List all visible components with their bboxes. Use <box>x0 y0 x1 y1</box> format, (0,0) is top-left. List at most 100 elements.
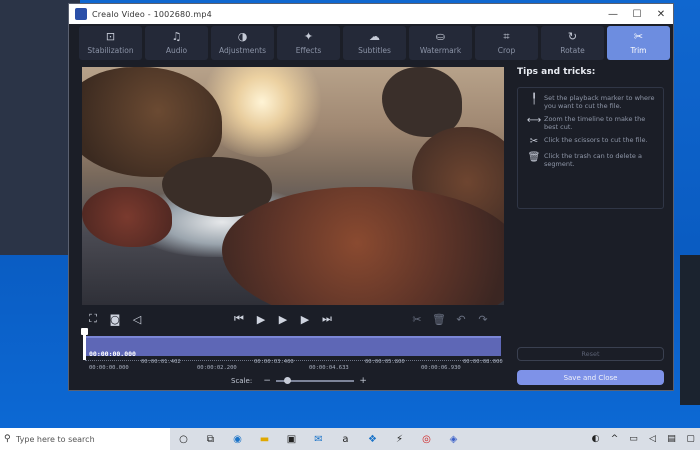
tip-text: Set the playback marker to where you wan… <box>544 94 655 110</box>
current-time: 00:00:00.000 <box>89 350 136 358</box>
tab-rotate[interactable]: ↻ Rotate <box>541 26 604 60</box>
zoom-out-button[interactable]: − <box>262 376 272 386</box>
stabilization-icon: ⊡ <box>105 30 116 43</box>
search-icon: ⚲ <box>4 434 11 444</box>
reset-button[interactable]: Reset <box>517 347 664 361</box>
contrast-icon: ◑ <box>237 30 248 43</box>
skip-to-end-icon[interactable]: ⏭ <box>316 312 338 326</box>
skip-to-start-icon[interactable]: ⏮ <box>228 312 250 326</box>
taskbar-search-box[interactable]: ⚲ Type here to search <box>0 428 170 450</box>
tip-text: Zoom the timeline to make the best cut. <box>544 115 646 131</box>
tick-label: 00:00:04.633 <box>309 365 349 371</box>
close-button[interactable]: ✕ <box>649 9 673 20</box>
network-icon[interactable]: ▭ <box>624 434 643 444</box>
volume-icon[interactable]: ◁ <box>126 313 148 326</box>
tips-panel: Tips and tricks: ╿ Set the playback marke… <box>517 67 665 387</box>
tip-text: Click the scissors to cut the file. <box>544 136 648 144</box>
cortana-icon[interactable]: ○ <box>170 434 197 445</box>
tick-label: 00:00:08.000 <box>463 359 503 365</box>
window-title: Crealo Video - 1002680.mp4 <box>92 9 212 19</box>
redo-icon[interactable]: ↷ <box>472 313 494 326</box>
task-view-icon[interactable]: ⧉ <box>197 434 224 445</box>
app-icon[interactable]: ⚡ <box>386 434 413 445</box>
notification-icon[interactable]: ▤ <box>662 434 681 444</box>
tick-label: 00:00:02.200 <box>197 365 237 371</box>
search-placeholder: Type here to search <box>16 434 95 444</box>
stamp-icon: ⛀ <box>435 30 446 43</box>
tab-label: Subtitles <box>358 46 391 55</box>
mail-icon[interactable]: ✉ <box>305 434 332 445</box>
timeline-track[interactable] <box>85 336 501 356</box>
background-window-edge <box>680 255 700 405</box>
tab-subtitles[interactable]: ☁ Subtitles <box>343 26 406 60</box>
minimize-button[interactable]: — <box>601 9 625 20</box>
music-note-icon: ♫ <box>171 30 182 43</box>
tab-crop[interactable]: ⌗ Crop <box>475 26 538 60</box>
save-and-close-button[interactable]: Save and Close <box>517 370 664 385</box>
previous-frame-icon[interactable]: ◀ <box>250 313 272 326</box>
tip-item: ⟷ Zoom the timeline to make the best cut. <box>524 115 657 131</box>
action-center-icon[interactable]: ▢ <box>681 434 700 444</box>
marker-icon: ╿ <box>530 94 538 105</box>
scale-label: Scale: <box>231 377 253 385</box>
tick-label: 00:00:05.800 <box>365 359 405 365</box>
tick-label: 00:00:01.402 <box>141 359 181 365</box>
tick-label: 00:00:00.000 <box>89 365 129 371</box>
snapshot-camera-icon[interactable]: ◙ <box>104 313 126 326</box>
zoom-in-button[interactable]: + <box>358 376 368 386</box>
scissors-icon: ✂ <box>633 30 644 43</box>
tab-adjustments[interactable]: ◑ Adjustments <box>211 26 274 60</box>
tab-stabilization[interactable]: ⊡ Stabilization <box>79 26 142 60</box>
delete-trash-icon[interactable]: 🗑 <box>428 313 450 326</box>
magic-wand-icon: ✦ <box>303 30 314 43</box>
edge-browser-icon[interactable]: ◉ <box>224 434 251 445</box>
tips-title: Tips and tricks: <box>517 67 596 77</box>
store-icon[interactable]: ▣ <box>278 434 305 445</box>
tab-trim[interactable]: ✂ Trim <box>607 26 670 60</box>
file-explorer-icon[interactable]: ▬ <box>251 434 278 445</box>
cut-scissors-icon[interactable]: ✂ <box>406 313 428 326</box>
rotate-icon: ↻ <box>567 30 578 43</box>
speaker-icon[interactable]: ◁ <box>643 434 662 444</box>
tick-label: 00:00:06.930 <box>421 365 461 371</box>
tool-tabs: ⊡ Stabilization ♫ Audio ◑ Adjustments ✦ Effe… <box>79 26 670 60</box>
play-icon[interactable]: ▶ <box>272 313 294 326</box>
record-app-icon[interactable]: ◎ <box>413 434 440 445</box>
amazon-icon[interactable]: a <box>332 434 359 445</box>
tab-effects[interactable]: ✦ Effects <box>277 26 340 60</box>
tab-label: Effects <box>295 46 322 55</box>
maximize-button[interactable]: ☐ <box>625 9 649 20</box>
chevron-up-icon[interactable]: ^ <box>605 434 624 444</box>
tab-label: Watermark <box>419 46 462 55</box>
tip-item: 🗑 Click the trash can to delete a segment… <box>524 152 657 168</box>
fullscreen-icon[interactable]: ⛶ <box>82 312 104 326</box>
tab-audio[interactable]: ♫ Audio <box>145 26 208 60</box>
scale-slider-knob[interactable] <box>284 377 292 384</box>
tab-label: Crop <box>497 46 516 55</box>
title-bar: Crealo Video - 1002680.mp4 — ☐ ✕ <box>69 4 673 24</box>
tip-item: ╿ Set the playback marker to where you wa… <box>524 94 657 110</box>
tab-watermark[interactable]: ⛀ Watermark <box>409 26 472 60</box>
scale-slider[interactable] <box>276 377 355 384</box>
trash-icon: 🗑 <box>527 152 541 163</box>
app-logo-icon <box>75 8 87 20</box>
next-frame-icon[interactable]: ▶ <box>294 313 316 326</box>
undo-icon[interactable]: ↶ <box>450 313 472 326</box>
playback-marker[interactable] <box>83 330 86 360</box>
timeline-scale: Scale: − + <box>231 376 368 386</box>
tab-label: Trim <box>630 46 647 55</box>
user-icon[interactable]: ◐ <box>586 434 605 444</box>
dropbox-icon[interactable]: ❖ <box>359 434 386 445</box>
system-tray: ◐ ^ ▭ ◁ ▤ ▢ <box>586 434 700 444</box>
tab-label: Adjustments <box>219 46 266 55</box>
video-editor-window: Crealo Video - 1002680.mp4 — ☐ ✕ ⊡ Stabil… <box>68 3 674 391</box>
video-frame-rock <box>222 187 504 305</box>
tip-text: Click the trash can to delete a segment. <box>544 152 642 168</box>
tick-label: 00:00:03.400 <box>254 359 294 365</box>
video-editor-taskbar-icon[interactable]: ◈ <box>440 434 467 445</box>
video-preview[interactable] <box>82 67 504 305</box>
windows-taskbar: ⚲ Type here to search ○ ⧉ ◉ ▬ ▣ ✉ a ❖ ⚡ … <box>0 428 700 450</box>
scissors-icon: ✂ <box>529 136 539 147</box>
tip-item: ✂ Click the scissors to cut the file. <box>524 136 657 147</box>
tab-label: Rotate <box>560 46 585 55</box>
